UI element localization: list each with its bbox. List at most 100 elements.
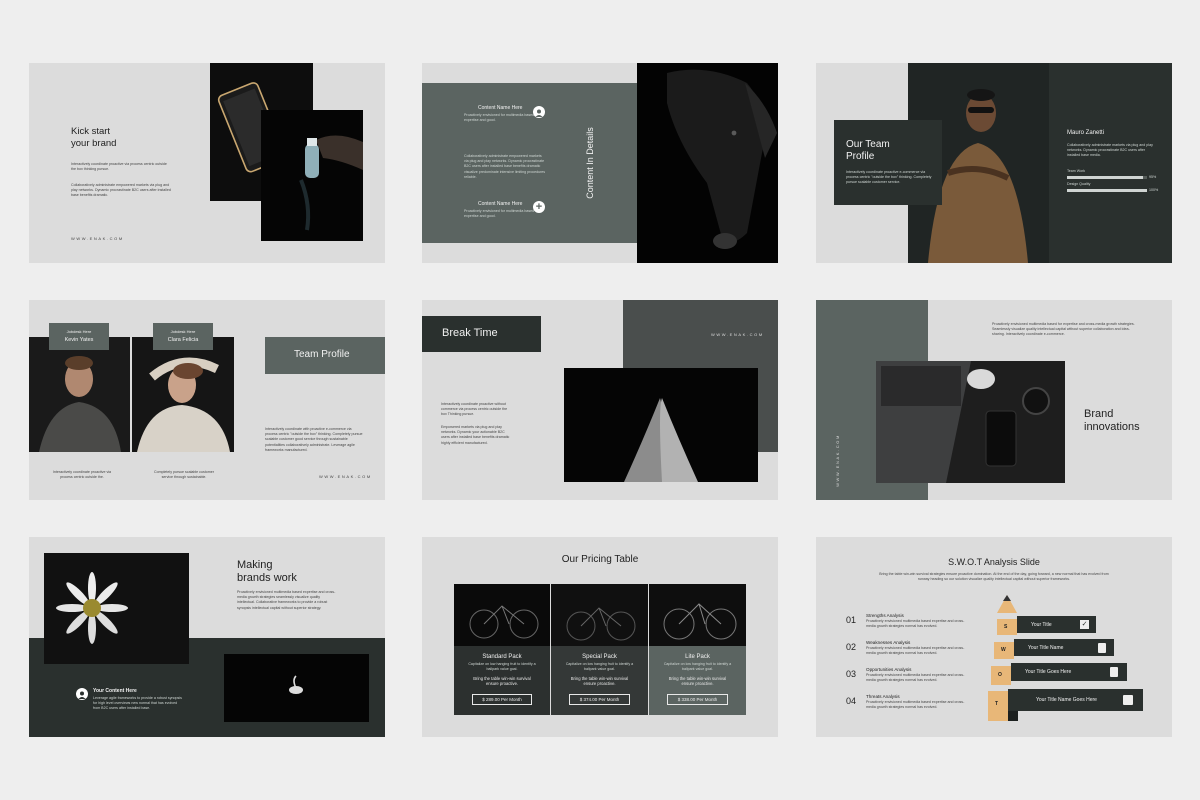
dog-photo [637, 63, 778, 263]
person-1-name: Kevin Yates [64, 337, 94, 343]
skill-2-percent: 100% [1149, 188, 1159, 192]
title-line-1: Making [237, 559, 273, 571]
slide-making-brands-work[interactable]: Making brands work Proactively envisione… [29, 537, 385, 737]
slide-our-team-profile[interactable]: Our Team Profile Interactively coordinat… [816, 63, 1172, 263]
slide-brand-innovations[interactable]: WWW.ENAK.COM Proactively envisioned mult… [816, 300, 1172, 500]
kevin-photo [29, 337, 130, 452]
skill-2-bar [1067, 189, 1147, 192]
swot-letter: W [1001, 647, 1006, 653]
step-title: Your Title Goes Here [1025, 669, 1072, 675]
pricing-card-lite[interactable]: Lite Pack Capitalize on low hanging frui… [649, 584, 746, 715]
item-2-text: Proactively envisioned for multimedia ba… [464, 209, 535, 219]
row-text: Proactively envisioned multimedia based … [866, 619, 965, 629]
title-line-2: Profile [846, 151, 875, 162]
person-2-job: Jobdesk Here [170, 329, 196, 334]
price-button[interactable]: $ 338.00 Per Month [667, 694, 728, 705]
item-1-text: Proactively envisioned for multimedia ba… [464, 113, 535, 123]
paragraph-1: Interactively coordinate proactive witho… [441, 402, 508, 417]
devices-photo [876, 361, 1065, 483]
bike-photo-3 [649, 584, 746, 646]
row-number: 04 [846, 696, 857, 706]
user-icon [76, 688, 88, 700]
slide-title: Team Profile [294, 349, 350, 360]
skill-1-label: Team Work [1067, 169, 1086, 173]
hand-bottle-photo [261, 110, 363, 241]
step-title: Your Title Name Goes Here [1036, 697, 1097, 703]
row-number: 02 [846, 642, 857, 652]
skill-1-percent: 95% [1149, 175, 1157, 179]
check-icon: ✓ [1080, 620, 1089, 629]
row-number: 01 [846, 615, 857, 625]
paragraph-2: Collaboratively administrate empowered m… [71, 183, 171, 198]
skill-2-fill [1067, 189, 1147, 192]
paragraph-1: Interactively coordinate proactive via p… [71, 162, 167, 172]
slide-kick-start[interactable]: Kick start your brand Interactively coor… [29, 63, 385, 263]
plan-tagline: Bring the table win-win survival ensure … [668, 676, 727, 687]
swot-letter: T [995, 701, 999, 707]
title-line-2: innovations [1084, 421, 1140, 433]
document-icon [1110, 667, 1118, 677]
subtitle: Bring the table win-win survival strateg… [879, 572, 1109, 582]
row-text: Proactively envisioned multimedia based … [866, 700, 965, 710]
title-box-text: Interactively coordinate proactive e-com… [846, 170, 932, 185]
swot-letter: O [998, 672, 1002, 678]
caption-1: Interactively coordinate proactive via p… [52, 470, 112, 480]
slide-title: Our Pricing Table [561, 554, 639, 565]
title: Our Team Profile [846, 139, 890, 163]
slide-break-time[interactable]: Break Time WWW.ENAK.COM Interactively co… [422, 300, 778, 500]
member-bio: Collaboratively administrate markets via… [1067, 143, 1153, 158]
user-icon [533, 106, 545, 118]
slide-content-details[interactable]: Content Name Here Proactively envisioned… [422, 63, 778, 263]
row-text: Proactively envisioned multimedia based … [866, 673, 965, 683]
swan-photo [224, 654, 369, 722]
content-title: Your Content Here [93, 688, 137, 694]
middle-text: Collaboratively administrate empowered m… [464, 154, 546, 179]
plus-icon: + [533, 201, 545, 213]
row-title: Weaknesses Analysis [866, 640, 911, 645]
pricing-card-special[interactable]: Special Pack Capitalize on low hanging f… [551, 584, 648, 715]
price-button[interactable]: $ 374.00 Per Month [569, 694, 630, 705]
row-text: Proactively envisioned multimedia based … [866, 646, 965, 656]
caption-2: Completely pursue scalable customer serv… [154, 470, 214, 480]
website-label: WWW.ENAK.COM [319, 474, 372, 479]
item-2-title: Content Name Here [478, 201, 523, 207]
step-base-shadow [1008, 711, 1018, 721]
slide-swot-analysis[interactable]: S.W.O.T Analysis Slide Bring the table w… [816, 537, 1172, 737]
website-label: WWW.ENAK.COM [711, 332, 764, 337]
hands-photo [564, 368, 758, 482]
swot-step-2: W Your Title Name [994, 637, 1114, 659]
person-2-name: Clara Felicia [167, 337, 199, 343]
member-name: Mauro Zanetti [1067, 130, 1105, 136]
plan-name: Lite Pack [685, 654, 710, 660]
plan-name: Special Pack [582, 654, 617, 660]
slide-title: Brand innovations [1084, 408, 1140, 434]
profile-info-panel [1049, 63, 1172, 263]
title-line-1: Our Team [846, 139, 890, 150]
person-badge-icon [1123, 695, 1133, 705]
bike-photo-1 [454, 584, 550, 646]
slide-pricing-table[interactable]: Our Pricing Table Standard Pack Capitali… [422, 537, 778, 737]
intro-text: Proactively envisioned multimedia based … [237, 590, 336, 610]
swot-step-1: S Your Title ✓ [997, 613, 1096, 635]
body-text: Interactively coordinate with proactive … [265, 427, 363, 452]
title-line-2: brands work [237, 572, 297, 584]
slide-team-profile[interactable]: Jobdesk Here Kevin Yates Jobdesk Here Cl… [29, 300, 385, 500]
slide-title: Making brands work [237, 559, 297, 585]
price-button[interactable]: $ 289.00 Per Month [472, 694, 532, 705]
row-title: Opportunities Analysis [866, 667, 912, 672]
clara-photo [132, 337, 234, 452]
intro-text: Proactively envisioned multimedia based … [992, 322, 1135, 337]
pricing-card-standard[interactable]: Standard Pack Capitalize on low hanging … [454, 584, 550, 715]
slide-title: Kick start your brand [71, 126, 116, 150]
person-1-job: Jobdesk Here [66, 329, 92, 334]
plan-desc: Capitalize on low hanging fruit to ident… [663, 662, 732, 672]
plan-tagline: Bring the table win-win survival ensure … [570, 676, 629, 687]
swot-letter: S [1004, 624, 1008, 630]
pencil-lead [1003, 595, 1011, 601]
title-line-1: Brand [1084, 408, 1114, 420]
skill-1-fill [1067, 176, 1143, 179]
clipboard-icon [1098, 643, 1106, 653]
row-number: 03 [846, 669, 857, 679]
paragraph-2: Empowered markets via plug and play netw… [441, 425, 510, 445]
website-label: WWW.ENAK.COM [71, 236, 124, 241]
